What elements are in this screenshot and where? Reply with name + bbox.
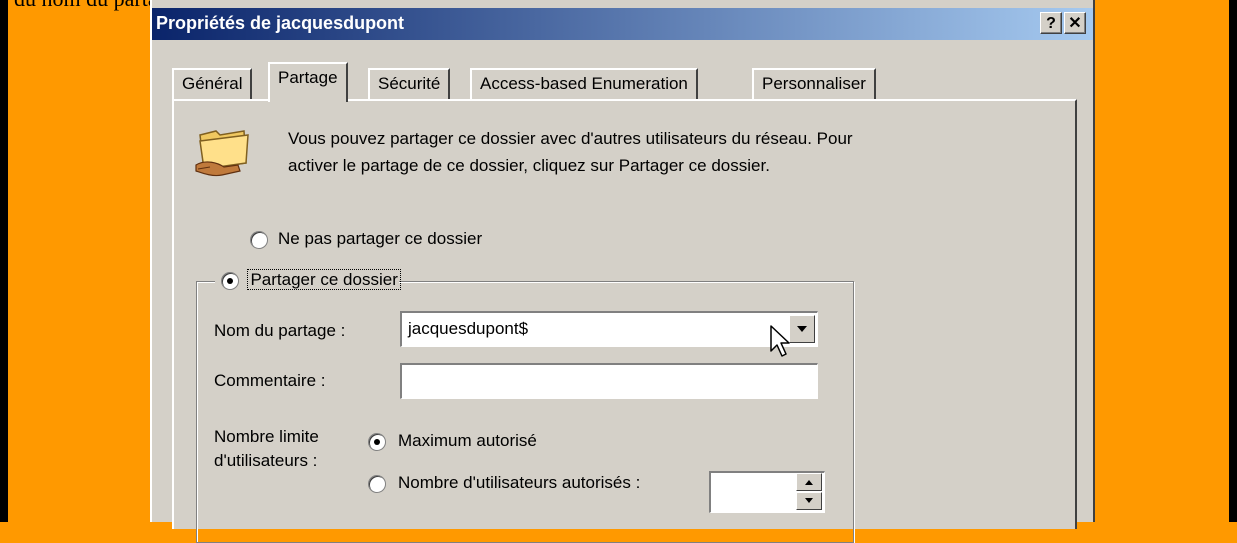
tab-general[interactable]: Général bbox=[172, 68, 253, 100]
user-limit-label-line2: d'utilisateurs : bbox=[214, 451, 318, 470]
allowed-users-label[interactable]: Nombre d'utilisateurs autorisés : bbox=[398, 473, 640, 493]
tab-access-based-enumeration[interactable]: Access-based Enumeration bbox=[470, 68, 698, 100]
properties-dialog: Propriétés de jacquesdupont ? ✕ Général … bbox=[150, 0, 1095, 543]
share-name-label: Nom du partage : bbox=[214, 321, 346, 340]
share-radio[interactable] bbox=[221, 271, 239, 290]
comment-field[interactable] bbox=[400, 363, 818, 399]
mouse-pointer-icon bbox=[770, 325, 792, 364]
allowed-users-spinner[interactable] bbox=[709, 471, 825, 513]
tab-panel-partage: Vous pouvez partager ce dossier avec d'a… bbox=[172, 99, 1077, 543]
window-title: Propriétés de jacquesdupont bbox=[156, 13, 405, 33]
spin-down-button[interactable] bbox=[796, 492, 822, 510]
no-share-label[interactable]: Ne pas partager ce dossier bbox=[278, 229, 482, 249]
no-share-radio[interactable] bbox=[250, 231, 268, 249]
group-legend: Partager ce dossier bbox=[215, 268, 401, 294]
chevron-down-icon bbox=[805, 498, 813, 503]
share-name-combobox[interactable]: jacquesdupont$ bbox=[400, 311, 818, 347]
share-label[interactable]: Partager ce dossier bbox=[247, 269, 401, 290]
tab-partage[interactable]: Partage bbox=[268, 62, 348, 102]
left-border bbox=[0, 0, 8, 522]
tab-securite[interactable]: Sécurité bbox=[368, 68, 451, 100]
help-button[interactable]: ? bbox=[1040, 12, 1062, 34]
close-button[interactable]: ✕ bbox=[1064, 12, 1086, 34]
chevron-down-icon bbox=[797, 326, 807, 332]
title-bar: Propriétés de jacquesdupont ? ✕ bbox=[152, 8, 1093, 40]
spin-up-button[interactable] bbox=[796, 473, 822, 491]
comment-label: Commentaire : bbox=[214, 371, 326, 390]
share-name-dropdown-button[interactable] bbox=[789, 315, 815, 343]
user-limit-label-line1: Nombre limite bbox=[214, 427, 319, 446]
max-allowed-label[interactable]: Maximum autorisé bbox=[398, 431, 537, 451]
max-allowed-radio[interactable] bbox=[368, 433, 386, 451]
right-border bbox=[1229, 0, 1237, 522]
chevron-up-icon bbox=[805, 480, 813, 485]
sharing-info-text: Vous pouvez partager ce dossier avec d'a… bbox=[288, 129, 853, 175]
allowed-users-radio[interactable] bbox=[368, 475, 386, 493]
tab-personnaliser[interactable]: Personnaliser bbox=[752, 68, 876, 100]
share-name-value: jacquesdupont$ bbox=[408, 319, 529, 338]
shared-folder-icon bbox=[194, 123, 258, 184]
